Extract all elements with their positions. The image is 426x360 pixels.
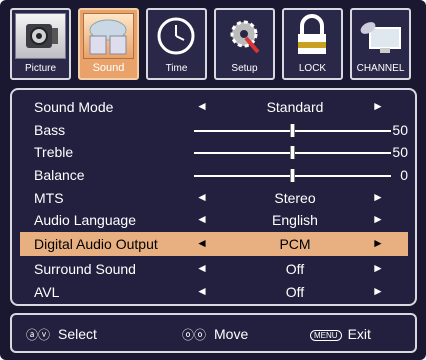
right-arrow-icon[interactable]: ►: [372, 236, 384, 250]
menu-row-surround-sound[interactable]: Surround Sound ◄ Off ►: [20, 258, 408, 280]
row-value: Standard: [266, 99, 324, 115]
speaker-icon: [83, 13, 134, 59]
row-label: Surround Sound: [34, 261, 136, 277]
clock-icon: [151, 13, 202, 59]
menu-tabs: Picture Sound Time Setup LOCK CHANNEL: [10, 8, 417, 83]
tab-label: Setup: [231, 63, 258, 74]
bass-slider[interactable]: [194, 124, 391, 137]
row-label: Audio Language: [34, 212, 136, 228]
left-arrow-icon[interactable]: ◄: [196, 236, 208, 250]
row-value: Stereo: [274, 190, 316, 206]
row-label: MTS: [34, 190, 64, 206]
right-arrow-icon[interactable]: ►: [372, 212, 384, 226]
slider-knob[interactable]: [290, 146, 295, 159]
tab-channel[interactable]: CHANNEL: [350, 8, 411, 80]
tv-osd: Picture Sound Time Setup LOCK CHANNEL So…: [0, 0, 426, 360]
row-label: Sound Mode: [34, 99, 114, 115]
row-label: AVL: [34, 284, 60, 300]
up-down-keys-icon: ⓐⓥ: [26, 328, 51, 342]
slider-value: 0: [400, 167, 408, 183]
select-label: Select: [58, 326, 97, 342]
row-value: Off: [285, 284, 305, 300]
camera-icon: [15, 13, 66, 59]
row-value: Off: [285, 261, 305, 277]
tab-label: Picture: [24, 63, 57, 74]
left-arrow-icon[interactable]: ◄: [196, 190, 208, 204]
slider-knob[interactable]: [290, 169, 295, 182]
gear-wrench-icon: [219, 13, 270, 59]
treble-slider[interactable]: [194, 146, 391, 159]
left-arrow-icon[interactable]: ◄: [196, 212, 208, 226]
balance-slider[interactable]: [194, 169, 391, 182]
row-value: PCM: [279, 236, 311, 252]
right-arrow-icon[interactable]: ►: [372, 261, 384, 275]
tab-label: CHANNEL: [356, 63, 405, 74]
left-right-keys-icon: ⓞⓞ: [182, 328, 207, 342]
tab-lock[interactable]: LOCK: [282, 8, 343, 80]
slider-value: 50: [392, 122, 408, 138]
right-arrow-icon[interactable]: ►: [372, 190, 384, 204]
tab-label: LOCK: [298, 63, 327, 74]
menu-row-digital-audio-output[interactable]: Digital Audio Output ◄ PCM ►: [20, 232, 408, 256]
row-label: Bass: [34, 122, 66, 138]
left-arrow-icon[interactable]: ◄: [196, 99, 208, 113]
menu-row-avl[interactable]: AVL ◄ Off ►: [20, 281, 408, 303]
tab-label: Sound: [92, 62, 125, 74]
right-arrow-icon[interactable]: ►: [372, 99, 384, 113]
sound-settings-panel: Sound Mode ◄ Standard ► Bass 50 Treble 5…: [10, 88, 417, 306]
slider-knob[interactable]: [290, 124, 295, 137]
row-label: Treble: [34, 144, 74, 160]
row-label: Balance: [34, 167, 85, 183]
tab-picture[interactable]: Picture: [10, 8, 71, 80]
left-arrow-icon[interactable]: ◄: [196, 284, 208, 298]
row-value: English: [272, 212, 318, 228]
satellite-monitor-icon: [355, 13, 406, 59]
move-hint: ⓞⓞ Move: [182, 326, 248, 343]
tab-sound[interactable]: Sound: [78, 8, 139, 80]
slider-value: 50: [392, 144, 408, 160]
move-label: Move: [214, 326, 249, 342]
tab-time[interactable]: Time: [146, 8, 207, 80]
exit-label: Exit: [347, 326, 371, 342]
menu-row-sound-mode[interactable]: Sound Mode ◄ Standard ►: [20, 96, 408, 118]
right-arrow-icon[interactable]: ►: [372, 284, 384, 298]
exit-hint: MENU Exit: [310, 326, 371, 342]
left-arrow-icon[interactable]: ◄: [196, 261, 208, 275]
row-label: Digital Audio Output: [34, 236, 158, 252]
select-hint: ⓐⓥ Select: [26, 326, 97, 343]
menu-key-icon: MENU: [310, 329, 342, 341]
tab-label: Time: [165, 63, 188, 74]
help-footer: ⓐⓥ Select ⓞⓞ Move MENU Exit: [10, 313, 417, 353]
tab-setup[interactable]: Setup: [214, 8, 275, 80]
padlock-icon: [287, 13, 338, 59]
menu-row-bass[interactable]: Bass 50: [20, 119, 408, 141]
menu-row-mts[interactable]: MTS ◄ Stereo ►: [20, 187, 408, 209]
menu-row-audio-language[interactable]: Audio Language ◄ English ►: [20, 209, 408, 231]
menu-row-treble[interactable]: Treble 50: [20, 141, 408, 163]
menu-row-balance[interactable]: Balance 0: [20, 164, 408, 186]
